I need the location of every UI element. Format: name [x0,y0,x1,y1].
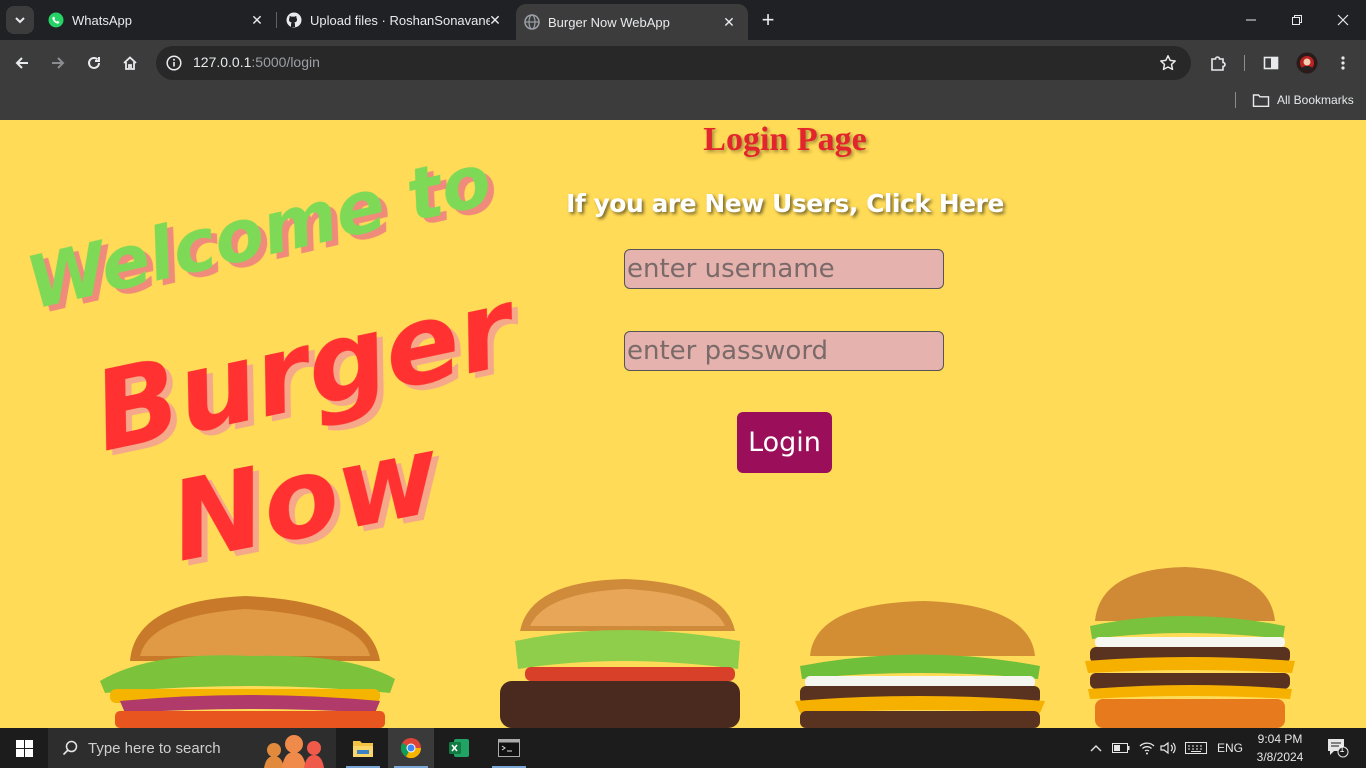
chrome-icon [400,738,422,759]
url-host: 127.0.0.1 [193,54,252,70]
forward-button[interactable] [45,50,71,76]
globe-icon [524,14,540,30]
file-explorer-icon [353,741,373,757]
page-title: Login Page [703,121,867,158]
excel-icon [449,739,469,757]
bookmark-star-icon[interactable] [1157,52,1179,74]
taskbar-excel[interactable] [436,728,482,768]
login-page: Welcome to Burger Now Login Page If you … [0,121,1366,728]
login-button[interactable]: Login [737,412,832,473]
reload-button[interactable] [81,50,107,76]
notifications-button[interactable]: 1 [1318,728,1358,768]
terminal-icon [498,739,520,757]
burger-image-1 [100,596,395,728]
folder-icon [1252,94,1270,107]
tab-divider [276,12,277,28]
taskbar-chrome[interactable] [388,728,434,768]
search-icon [62,740,78,756]
username-input[interactable] [624,249,944,289]
burger-image-3 [795,601,1045,728]
whatsapp-icon [48,12,64,28]
notification-count: 1 [1339,744,1345,754]
avatar-icon [1296,52,1318,74]
tab-github[interactable]: Upload files · RoshanSonavane/ ✕ [278,0,514,40]
bookmarks-divider [1235,92,1236,108]
windows-taskbar: Type here to search ENG 9:04 PM 3/8/2024… [0,728,1366,768]
clock-time: 9:04 PM [1257,732,1303,746]
close-window-button[interactable] [1320,0,1366,40]
github-icon [286,12,302,28]
more-vertical-icon [1341,56,1345,70]
search-highlight-icon [264,735,324,768]
tab-title: Burger Now WebApp [548,14,670,30]
restore-icon [1292,15,1302,25]
wifi-icon[interactable] [1136,728,1158,768]
restore-button[interactable] [1274,0,1320,40]
windows-icon [15,739,33,757]
toolbar-divider [1244,55,1245,71]
tab-burger-now[interactable]: Burger Now WebApp ✕ [516,4,748,40]
close-icon [1337,14,1349,26]
minimize-button[interactable] [1228,0,1274,40]
minimize-icon [1246,19,1256,21]
tab-title: WhatsApp [72,12,132,28]
taskbar-file-explorer[interactable] [340,728,386,768]
show-hidden-icons-button[interactable] [1086,728,1106,768]
burger-image-2 [500,579,740,728]
url-path: :5000/login [251,54,320,70]
puzzle-icon [1211,56,1226,71]
battery-icon[interactable] [1110,728,1132,768]
tab-search-button[interactable] [6,6,34,34]
all-bookmarks-label: All Bookmarks [1277,93,1354,107]
password-input[interactable] [624,331,944,371]
profile-avatar[interactable] [1294,50,1320,76]
home-button[interactable] [117,50,143,76]
close-tab-icon[interactable]: ✕ [720,13,738,31]
input-language[interactable]: ENG [1212,728,1248,768]
burger-images [100,567,1295,728]
all-bookmarks-button[interactable]: All Bookmarks [1252,91,1354,109]
close-tab-icon[interactable]: ✕ [248,11,266,29]
start-button[interactable] [0,728,48,768]
home-icon [123,56,137,70]
chevron-down-icon [15,17,25,24]
extensions-button[interactable] [1205,50,1231,76]
taskbar-terminal[interactable] [486,728,532,768]
volume-icon[interactable] [1158,728,1180,768]
new-tab-button[interactable]: + [756,7,780,32]
site-info-icon[interactable] [164,53,184,73]
tab-strip: WhatsApp ✕ Upload files · RoshanSonavane… [0,0,1366,40]
chevron-up-icon [1090,745,1102,752]
bookmarks-bar [0,85,1366,120]
arrow-left-icon [15,57,28,69]
menu-button[interactable] [1330,50,1356,76]
arrow-right-icon [52,57,65,69]
system-clock[interactable]: 9:04 PM 3/8/2024 [1250,730,1310,766]
back-button[interactable] [9,50,35,76]
close-tab-icon[interactable]: ✕ [486,11,504,29]
reload-icon [88,56,100,69]
signup-link[interactable]: If you are New Users, Click Here [0,189,1366,218]
taskbar-search-box[interactable]: Type here to search [48,728,336,768]
tab-whatsapp[interactable]: WhatsApp ✕ [40,0,276,40]
address-url[interactable]: 127.0.0.1:5000/login [193,54,320,70]
side-panel-icon [1263,56,1279,70]
search-placeholder: Type here to search [88,739,221,757]
burger-image-4 [1085,567,1295,728]
tab-title: Upload files · RoshanSonavane/ [310,12,490,28]
clock-date: 3/8/2024 [1256,750,1304,764]
side-panel-button[interactable] [1258,50,1284,76]
keyboard-icon[interactable] [1182,728,1210,768]
